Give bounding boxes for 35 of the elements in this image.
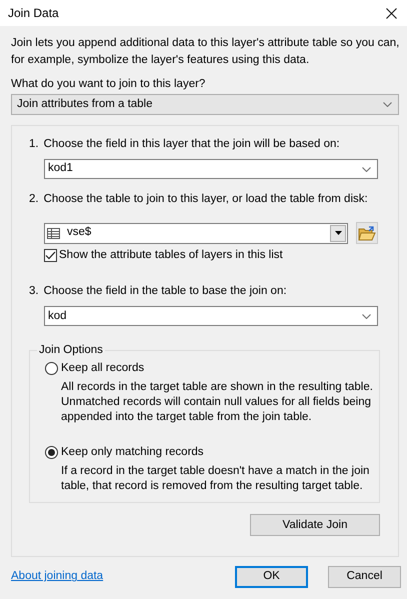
step-number: 1. (29, 137, 39, 152)
join-type-dropdown[interactable]: Join attributes from a table (11, 94, 399, 115)
folder-icon (358, 226, 376, 240)
open-folder-button[interactable] (356, 222, 378, 244)
step-number: 3. (29, 284, 39, 300)
radio-button[interactable] (45, 446, 58, 459)
validate-join-button[interactable]: Validate Join (250, 514, 380, 536)
window-title: Join Data (8, 5, 59, 22)
radio-label: Keep only matching records (61, 445, 204, 460)
dialog-button[interactable]: Cancel (328, 566, 401, 588)
caret-icon (334, 231, 342, 235)
group-title: Join Options (37, 343, 105, 358)
step-label: Choose the field in the table to base the join on: (44, 284, 287, 300)
table-dropdown[interactable]: vse$ (44, 222, 348, 244)
help-link[interactable]: About joining data (11, 568, 104, 586)
option-description: If a record in the target table doesn't have a match in the join table, that record is removed from the resulting target table. (61, 464, 370, 494)
dropdown-button[interactable] (330, 224, 346, 242)
radio-button[interactable] (45, 362, 58, 375)
chevron-down-icon (383, 102, 392, 107)
option-description: All records in the target table are shown in the resulting table. Unmatched records will contain null values for all fields being appended into the target table from the join table. (61, 380, 374, 426)
close-icon (386, 8, 396, 18)
step-label: Choose the table to join to this layer, or load the table from disk: (44, 192, 368, 207)
question-label: What do you want to join to this layer? (11, 77, 206, 92)
dialog-button[interactable]: OK (235, 566, 308, 588)
checkbox[interactable] (44, 249, 57, 262)
step-label: Choose the field in this layer that the join will be based on: (44, 137, 340, 152)
step-number: 2. (29, 192, 39, 207)
radio-label: Keep all records (61, 361, 144, 376)
description-text: Join lets you append additional data to this layer's attribute table so you can, for example, symbolize the layer's features using this data. (11, 36, 400, 68)
field-dropdown[interactable]: kod1 (44, 159, 378, 179)
chevron-down-icon (362, 314, 371, 319)
checkbox-label: Show the attribute tables of layers in this list (59, 248, 283, 263)
chevron-down-icon (362, 166, 371, 172)
table-icon (47, 228, 60, 238)
field-dropdown[interactable]: kod (44, 306, 378, 326)
